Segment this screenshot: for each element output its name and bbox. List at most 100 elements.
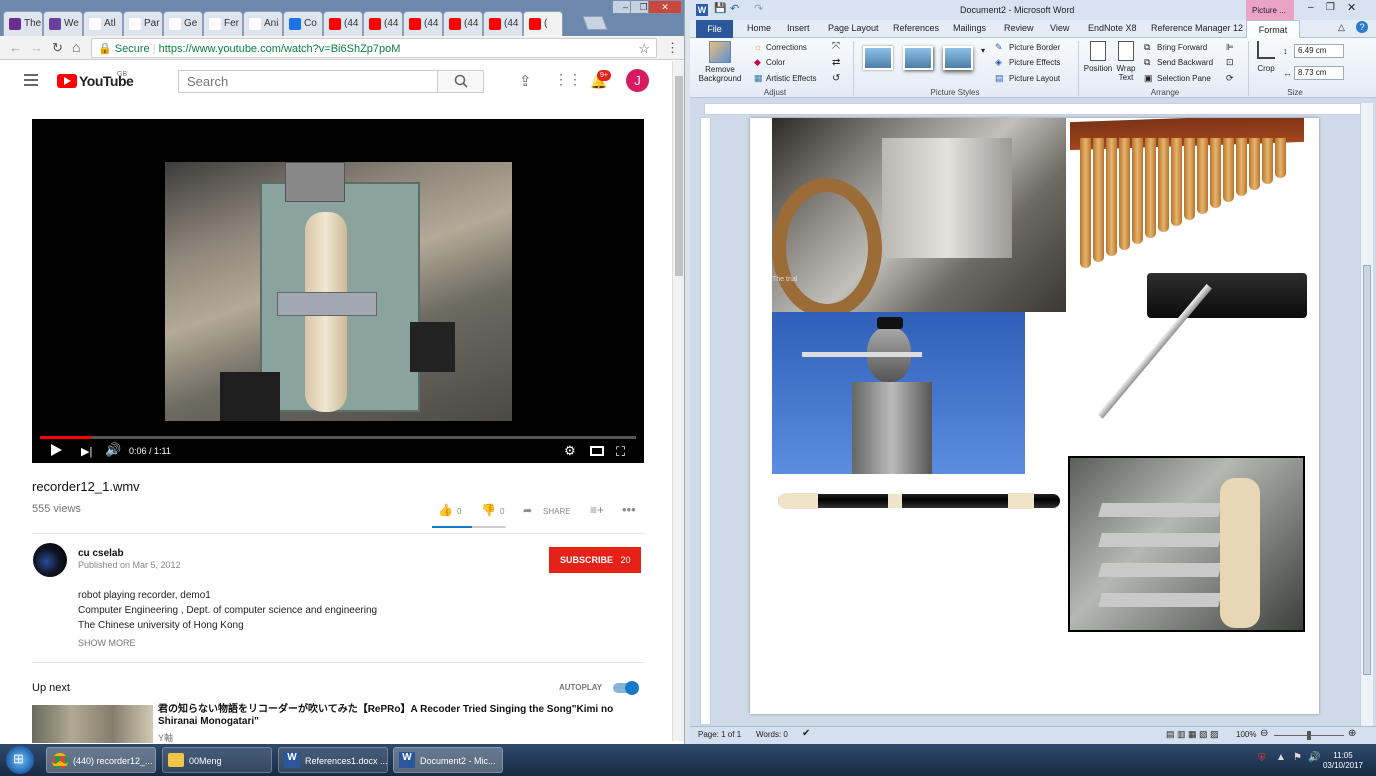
selection-pane-button[interactable]: Selection Pane: [1157, 74, 1211, 83]
progress-bar-track[interactable]: [40, 436, 636, 439]
taskbar-item-document2[interactable]: W Document2 - Mic...: [393, 747, 503, 773]
share-icon[interactable]: ➦: [523, 504, 532, 517]
ribbon-collapse-icon[interactable]: △: [1338, 22, 1345, 33]
zoom-in-icon[interactable]: ⊕: [1348, 728, 1356, 739]
forward-icon[interactable]: →: [30, 40, 43, 55]
clock[interactable]: 11:05 03/10/2017: [1318, 751, 1368, 771]
theater-mode-icon[interactable]: [590, 446, 604, 456]
browser-tab[interactable]: (44: [363, 11, 403, 36]
channel-avatar[interactable]: [33, 543, 67, 577]
tab-home[interactable]: Home: [747, 23, 771, 33]
height-field[interactable]: 6.49 cm: [1294, 44, 1344, 58]
browser-scrollbar[interactable]: [672, 61, 684, 741]
picture-style-thumb[interactable]: [943, 46, 973, 70]
play-icon[interactable]: [51, 444, 62, 456]
page-count[interactable]: Page: 1 of 1: [698, 730, 741, 739]
browser-tab[interactable]: Ani: [243, 11, 283, 36]
browser-tab[interactable]: (44: [483, 11, 523, 36]
browser-tab[interactable]: Par: [123, 11, 163, 36]
remove-background-button[interactable]: Remove Background: [698, 41, 742, 87]
crop-button[interactable]: Crop: [1253, 41, 1279, 73]
search-input[interactable]: Search: [178, 70, 438, 93]
image-recorder[interactable]: [778, 488, 1060, 514]
taskbar-item-chrome[interactable]: (440) recorder12_...: [46, 747, 156, 773]
more-actions-icon[interactable]: •••: [622, 502, 636, 517]
width-field[interactable]: 8.73 cm: [1294, 66, 1344, 80]
fullscreen-icon[interactable]: ⛶: [616, 444, 625, 460]
browser-tab[interactable]: (: [523, 11, 563, 37]
autoplay-toggle[interactable]: [613, 681, 639, 695]
next-icon[interactable]: ▶|: [81, 445, 92, 458]
picture-border-button[interactable]: Picture Border: [1009, 43, 1060, 52]
tab-endnote[interactable]: EndNote X8: [1088, 23, 1137, 33]
send-backward-button[interactable]: Send Backward: [1157, 58, 1213, 67]
share-button[interactable]: SHARE: [543, 507, 571, 516]
taskbar-item-references-doc[interactable]: W References1.docx ...: [278, 747, 388, 773]
browser-tab[interactable]: Fer: [203, 11, 243, 36]
artistic-effects-button[interactable]: Artistic Effects: [766, 74, 817, 83]
back-icon[interactable]: ←: [9, 40, 22, 55]
settings-gear-icon[interactable]: ⚙: [564, 443, 576, 459]
channel-name[interactable]: cu cselab: [78, 548, 124, 559]
tab-view[interactable]: View: [1050, 23, 1069, 33]
corrections-button[interactable]: Corrections: [766, 43, 807, 52]
subscribe-button[interactable]: SUBSCRIBE 20: [549, 547, 641, 573]
zoom-out-icon[interactable]: ⊖: [1260, 728, 1268, 739]
add-to-playlist-icon[interactable]: ≡+: [590, 503, 604, 517]
browser-tab[interactable]: (44: [443, 11, 483, 36]
tab-file[interactable]: File: [696, 20, 733, 38]
browser-tab[interactable]: Atl: [83, 11, 123, 36]
color-button[interactable]: Color: [766, 58, 785, 67]
shield-icon[interactable]: ⛨: [1258, 753, 1266, 764]
word-count[interactable]: Words: 0: [756, 730, 788, 739]
address-bar[interactable]: 🔒 Secure | https://www.youtube.com/watch…: [91, 38, 657, 58]
reset-picture-icon[interactable]: ↺: [832, 73, 840, 84]
zoom-slider[interactable]: [1274, 731, 1344, 740]
volume-icon[interactable]: 🔊: [105, 442, 121, 458]
close-window-button[interactable]: ✕: [648, 0, 682, 14]
tab-format[interactable]: Format: [1246, 20, 1300, 39]
tab-page-layout[interactable]: Page Layout: [828, 23, 879, 33]
help-icon[interactable]: ?: [1356, 21, 1368, 33]
picture-style-thumb[interactable]: [903, 46, 933, 70]
tab-mailings[interactable]: Mailings: [953, 23, 986, 33]
close-window-button[interactable]: ✕: [1347, 1, 1356, 14]
menu-icon[interactable]: ⋮: [666, 40, 679, 56]
bookmark-star-icon[interactable]: ☆: [638, 41, 650, 57]
like-icon[interactable]: 👍: [438, 503, 453, 517]
browser-tab[interactable]: Ge: [163, 11, 203, 36]
picture-effects-button[interactable]: Picture Effects: [1009, 58, 1060, 67]
browser-tab[interactable]: (44: [323, 11, 363, 36]
new-tab-button[interactable]: [582, 16, 608, 30]
restore-button[interactable]: ❐: [1326, 2, 1335, 13]
bring-forward-button[interactable]: Bring Forward: [1157, 43, 1207, 52]
position-button[interactable]: Position: [1082, 41, 1114, 73]
browser-tab[interactable]: (44: [403, 11, 443, 36]
image-flute-case[interactable]: [1097, 238, 1315, 428]
image-robot-mechanism[interactable]: The trial: [772, 118, 1066, 312]
image-flute-robot[interactable]: [772, 312, 1025, 474]
network-icon[interactable]: ▲: [1276, 752, 1286, 763]
change-picture-icon[interactable]: ⇄: [832, 57, 840, 68]
save-icon[interactable]: 💾: [714, 3, 726, 14]
video-player[interactable]: ▶| 🔊 0:06 / 1:11 ⚙ ⛶: [32, 119, 644, 463]
reload-icon[interactable]: ↻: [52, 40, 63, 56]
browser-tab[interactable]: The: [3, 11, 43, 36]
dislike-icon[interactable]: 👎: [481, 503, 496, 517]
zoom-level[interactable]: 100%: [1236, 730, 1256, 739]
apps-grid-icon[interactable]: ⋮⋮: [554, 71, 582, 88]
browser-tab[interactable]: Co: [283, 11, 323, 36]
rotate-icon[interactable]: ⟳: [1226, 73, 1234, 84]
wrap-text-button[interactable]: Wrap Text: [1114, 41, 1138, 82]
redo-icon[interactable]: ↷: [754, 2, 763, 15]
next-video-thumbnail[interactable]: [32, 705, 153, 743]
flag-icon[interactable]: ⚑: [1293, 752, 1302, 763]
document-scrollbar[interactable]: [1360, 103, 1373, 729]
group-icon[interactable]: ⊡: [1226, 57, 1234, 68]
proofing-icon[interactable]: ✔: [802, 728, 810, 739]
browser-tab[interactable]: We: [43, 11, 83, 36]
taskbar-item-explorer[interactable]: 00Meng: [162, 747, 272, 773]
minimize-button[interactable]: –: [1308, 2, 1314, 13]
image-recorder-robot[interactable]: [1068, 456, 1305, 632]
search-button[interactable]: [437, 70, 484, 93]
